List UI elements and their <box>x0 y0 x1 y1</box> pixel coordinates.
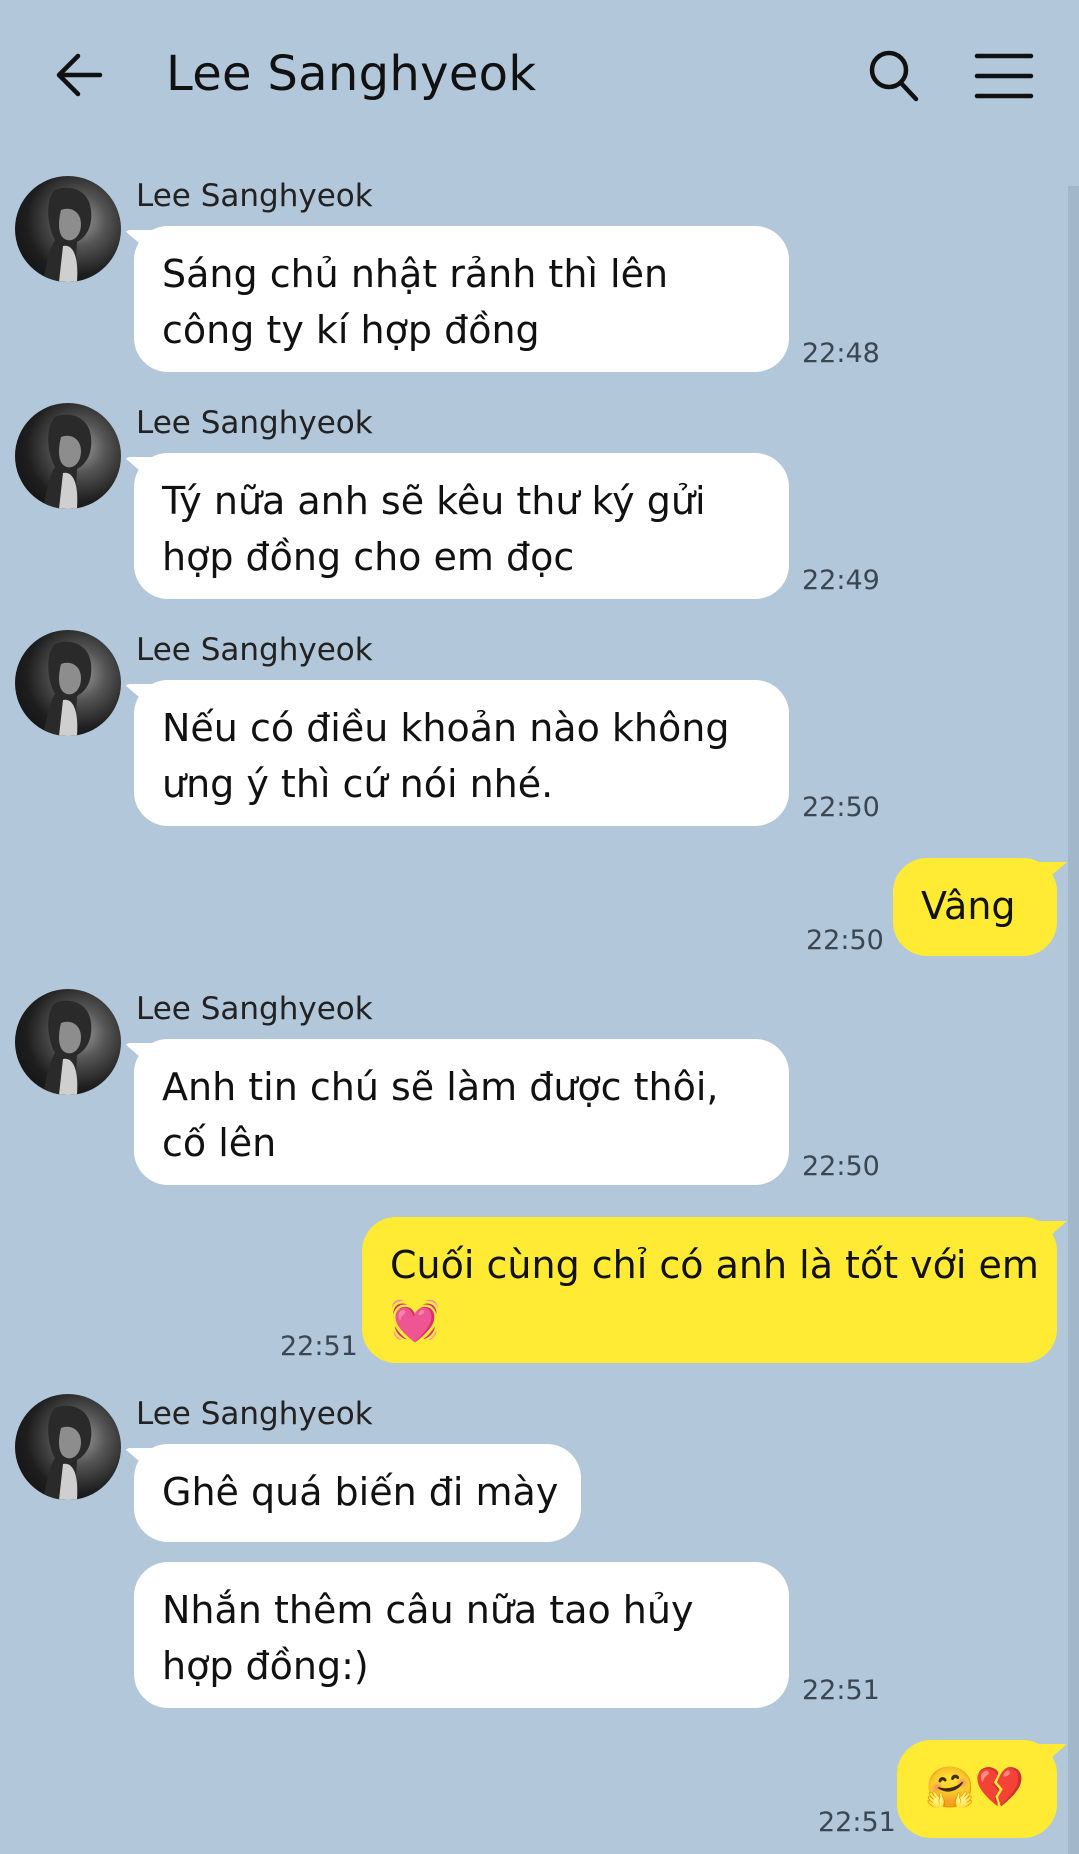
message-text: cố lên <box>162 1121 277 1165</box>
avatar-photo <box>43 1000 92 1095</box>
message-bubble-outgoing[interactable]: Cuối cùng chỉ có anh là tốt với em 💓 <box>362 1217 1057 1363</box>
search-icon <box>869 50 919 102</box>
avatar[interactable] <box>15 989 121 1095</box>
message-text: Vâng <box>921 884 1016 928</box>
avatar-photo <box>43 187 92 282</box>
message-bubble[interactable]: Nếu có điều khoản nào không ưng ý thì cứ… <box>134 680 789 826</box>
message-time: 22:50 <box>802 1151 880 1182</box>
message-bubble[interactable]: Nhắn thêm câu nữa tao hủy hợp đồng:) <box>134 1562 789 1708</box>
message-text: Tý nữa anh sẽ kêu thư ký gửi <box>162 479 706 523</box>
avatar-photo <box>43 414 92 509</box>
message-text: Sáng chủ nhật rảnh thì lên <box>162 252 669 296</box>
message-bubble[interactable]: Tý nữa anh sẽ kêu thư ký gửi hợp đồng ch… <box>134 453 789 599</box>
message-text: Cuối cùng chỉ có anh là tốt với em <box>390 1243 1039 1287</box>
avatar[interactable] <box>15 176 121 282</box>
back-button[interactable] <box>50 45 110 105</box>
message-time: 22:49 <box>802 565 880 596</box>
avatar-photo <box>43 641 92 736</box>
message-text: hợp đồng cho em đọc <box>162 535 575 579</box>
sender-name: Lee Sanghyeok <box>136 1396 373 1432</box>
sender-name: Lee Sanghyeok <box>136 405 373 441</box>
message-text: Anh tin chú sẽ làm được thôi, <box>162 1065 719 1109</box>
sender-name: Lee Sanghyeok <box>136 991 373 1027</box>
hug-broken-heart-emoji: 🤗💔 <box>925 1765 1025 1811</box>
message-text: Nếu có điều khoản nào không <box>162 706 730 750</box>
scrollbar[interactable] <box>1068 186 1079 1854</box>
message-time: 22:51 <box>280 1331 358 1362</box>
message-time: 22:50 <box>802 792 880 823</box>
message-time: 22:51 <box>818 1807 896 1838</box>
message-text: Ghê quá biến đi mày <box>162 1470 559 1514</box>
message-bubble-outgoing[interactable]: 🤗💔 <box>897 1740 1057 1838</box>
avatar[interactable] <box>15 1394 121 1500</box>
back-arrow-icon <box>56 53 103 97</box>
message-bubble[interactable]: Anh tin chú sẽ làm được thôi, cố lên <box>134 1039 789 1185</box>
chat-title: Lee Sanghyeok <box>166 46 537 102</box>
message-bubble[interactable]: Sáng chủ nhật rảnh thì lên công ty kí hợ… <box>134 226 789 372</box>
message-text: Nhắn thêm câu nữa tao hủy <box>162 1588 694 1632</box>
avatar-photo <box>43 1405 92 1500</box>
message-time: 22:48 <box>802 338 880 369</box>
message-bubble-outgoing[interactable]: Vâng <box>893 858 1057 956</box>
menu-icon <box>974 53 1034 99</box>
sender-name: Lee Sanghyeok <box>136 632 373 668</box>
message-time: 22:51 <box>802 1675 880 1706</box>
message-bubble[interactable]: Ghê quá biến đi mày <box>134 1444 581 1542</box>
search-button[interactable] <box>864 46 924 106</box>
avatar[interactable] <box>15 630 121 736</box>
message-text: hợp đồng:) <box>162 1644 369 1688</box>
menu-button[interactable] <box>972 46 1036 106</box>
sender-name: Lee Sanghyeok <box>136 178 373 214</box>
message-text: công ty kí hợp đồng <box>162 308 540 352</box>
message-time: 22:50 <box>806 925 884 956</box>
avatar[interactable] <box>15 403 121 509</box>
heart-emoji: 💓 <box>390 1298 440 1344</box>
message-text: ưng ý thì cứ nói nhé. <box>162 762 554 806</box>
chat-header: Lee Sanghyeok <box>0 0 1079 155</box>
